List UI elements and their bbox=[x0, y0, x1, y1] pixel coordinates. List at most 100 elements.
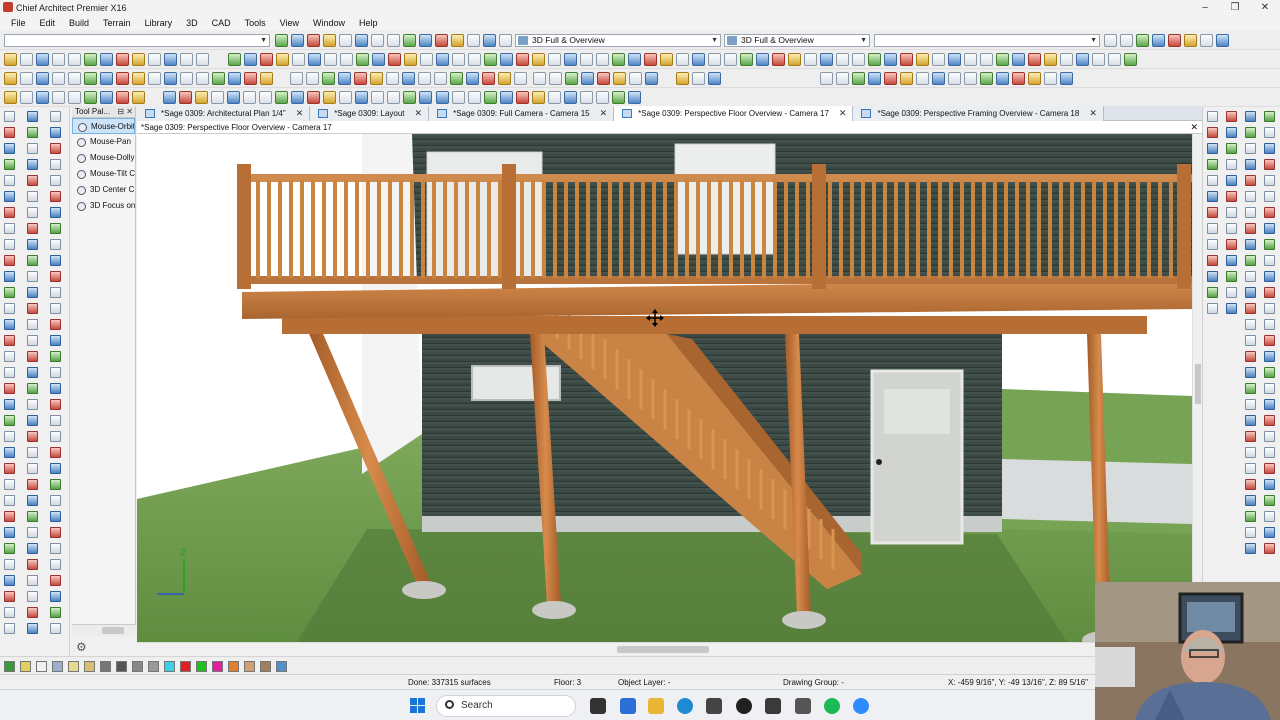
toolbar-tool-icon[interactable] bbox=[1044, 72, 1057, 85]
right-tool-icon[interactable] bbox=[1226, 159, 1237, 170]
task-view-icon[interactable] bbox=[590, 698, 606, 714]
toolbar-tool-icon[interactable] bbox=[243, 91, 256, 104]
toolbar-tool-icon[interactable] bbox=[100, 53, 113, 66]
left-tool-icon[interactable] bbox=[27, 511, 38, 522]
tab-full-camera-15[interactable]: *Sage 0309: Full Camera - Camera 15 ✕ bbox=[429, 106, 615, 121]
right-tool-icon[interactable] bbox=[1264, 335, 1275, 346]
left-tool-icon[interactable] bbox=[50, 543, 61, 554]
toolbar-tool-icon[interactable] bbox=[533, 72, 546, 85]
left-tool-icon[interactable] bbox=[27, 335, 38, 346]
right-tool-icon[interactable] bbox=[1245, 319, 1256, 330]
right-tool-icon[interactable] bbox=[1245, 303, 1256, 314]
snipping-icon[interactable] bbox=[706, 698, 722, 714]
left-tool-icon[interactable] bbox=[27, 319, 38, 330]
left-tool-icon[interactable] bbox=[4, 255, 15, 266]
left-tool-icon[interactable] bbox=[4, 127, 15, 138]
toolbar-tool-icon[interactable] bbox=[355, 34, 368, 47]
material-swatch[interactable] bbox=[180, 661, 191, 672]
left-tool-icon[interactable] bbox=[4, 287, 15, 298]
toolbar-tool-icon[interactable] bbox=[52, 72, 65, 85]
toolbar-tool-icon[interactable] bbox=[466, 72, 479, 85]
toolbar-tool-icon[interactable] bbox=[419, 91, 432, 104]
right-tool-icon[interactable] bbox=[1207, 207, 1218, 218]
right-tool-icon[interactable] bbox=[1245, 239, 1256, 250]
left-tool-icon[interactable] bbox=[4, 463, 15, 474]
toolbar-tool-icon[interactable] bbox=[388, 53, 401, 66]
toolbar-tool-icon[interactable] bbox=[132, 91, 145, 104]
right-tool-icon[interactable] bbox=[1207, 143, 1218, 154]
toolbar-tool-icon[interactable] bbox=[307, 91, 320, 104]
toolbar-tool-icon[interactable] bbox=[356, 53, 369, 66]
left-tool-icon[interactable] bbox=[27, 527, 38, 538]
material-swatch[interactable] bbox=[228, 661, 239, 672]
left-tool-icon[interactable] bbox=[50, 271, 61, 282]
left-tool-icon[interactable] bbox=[4, 143, 15, 154]
toolbar-tool-icon[interactable] bbox=[1124, 53, 1137, 66]
toolbar-tool-icon[interactable] bbox=[164, 53, 177, 66]
toolbar-tool-icon[interactable] bbox=[52, 53, 65, 66]
toolbar-tool-icon[interactable] bbox=[692, 72, 705, 85]
right-tool-icon[interactable] bbox=[1245, 447, 1256, 458]
toolbar-tool-icon[interactable] bbox=[980, 53, 993, 66]
toolbar-tool-icon[interactable] bbox=[148, 53, 161, 66]
toolbar-tool-icon[interactable] bbox=[628, 53, 641, 66]
toolbar-tool-icon[interactable] bbox=[868, 53, 881, 66]
toolbar-tool-icon[interactable] bbox=[355, 91, 368, 104]
left-tool-icon[interactable] bbox=[4, 351, 15, 362]
right-tool-icon[interactable] bbox=[1264, 239, 1275, 250]
left-tool-icon[interactable] bbox=[50, 111, 61, 122]
toolbar-tool-icon[interactable] bbox=[964, 72, 977, 85]
toolbar-tool-icon[interactable] bbox=[836, 53, 849, 66]
right-tool-icon[interactable] bbox=[1245, 495, 1256, 506]
toolbar-tool-icon[interactable] bbox=[1104, 34, 1117, 47]
toolbar-tool-icon[interactable] bbox=[980, 72, 993, 85]
toolbar-tool-icon[interactable] bbox=[1076, 53, 1089, 66]
toolbar-tool-icon[interactable] bbox=[932, 72, 945, 85]
scroll-thumb[interactable] bbox=[617, 646, 709, 653]
left-tool-icon[interactable] bbox=[27, 495, 38, 506]
toolbar-tool-icon[interactable] bbox=[36, 72, 49, 85]
toolbar-tool-icon[interactable] bbox=[468, 91, 481, 104]
toolbar-tool-icon[interactable] bbox=[1012, 53, 1025, 66]
right-tool-icon[interactable] bbox=[1226, 207, 1237, 218]
left-tool-icon[interactable] bbox=[4, 559, 15, 570]
material-swatch[interactable] bbox=[68, 661, 79, 672]
toolbar-tool-icon[interactable] bbox=[4, 53, 17, 66]
right-tool-icon[interactable] bbox=[1264, 143, 1275, 154]
left-tool-icon[interactable] bbox=[50, 143, 61, 154]
toolbar-tool-icon[interactable] bbox=[228, 53, 241, 66]
left-tool-icon[interactable] bbox=[50, 511, 61, 522]
left-tool-icon[interactable] bbox=[4, 383, 15, 394]
menu-window[interactable]: Window bbox=[306, 18, 352, 28]
toolbar-tool-icon[interactable] bbox=[1168, 34, 1181, 47]
layer-set-combo-1[interactable]: 3D Full & Overview ▼ bbox=[515, 34, 721, 47]
toolbar-tool-icon[interactable] bbox=[580, 91, 593, 104]
tool-palette-scrollbar[interactable] bbox=[72, 624, 136, 636]
right-tool-icon[interactable] bbox=[1245, 207, 1256, 218]
toolbar-tool-icon[interactable] bbox=[549, 72, 562, 85]
toolbar-tool-icon[interactable] bbox=[836, 72, 849, 85]
menu-build[interactable]: Build bbox=[62, 18, 96, 28]
right-tool-icon[interactable] bbox=[1264, 319, 1275, 330]
toolbar-tool-icon[interactable] bbox=[692, 53, 705, 66]
toolbar-tool-icon[interactable] bbox=[338, 72, 351, 85]
close-icon[interactable]: ✕ bbox=[296, 108, 304, 118]
right-tool-icon[interactable] bbox=[1245, 271, 1256, 282]
toolbar-tool-icon[interactable] bbox=[323, 34, 336, 47]
toolbar-tool-icon[interactable] bbox=[436, 53, 449, 66]
toolbar-tool-icon[interactable] bbox=[804, 53, 817, 66]
left-tool-icon[interactable] bbox=[50, 559, 61, 570]
right-tool-icon[interactable] bbox=[1264, 495, 1275, 506]
toolbar-tool-icon[interactable] bbox=[900, 53, 913, 66]
right-tool-icon[interactable] bbox=[1264, 463, 1275, 474]
material-swatch[interactable] bbox=[196, 661, 207, 672]
toolbar-tool-icon[interactable] bbox=[1028, 53, 1041, 66]
menu-3d[interactable]: 3D bbox=[179, 18, 205, 28]
toolbar-tool-icon[interactable] bbox=[1060, 53, 1073, 66]
toolbar-tool-icon[interactable] bbox=[756, 53, 769, 66]
close-view-button[interactable]: ✕ bbox=[1190, 121, 1198, 134]
left-tool-icon[interactable] bbox=[27, 383, 38, 394]
left-tool-icon[interactable] bbox=[27, 479, 38, 490]
left-tool-icon[interactable] bbox=[27, 303, 38, 314]
material-swatch[interactable] bbox=[244, 661, 255, 672]
